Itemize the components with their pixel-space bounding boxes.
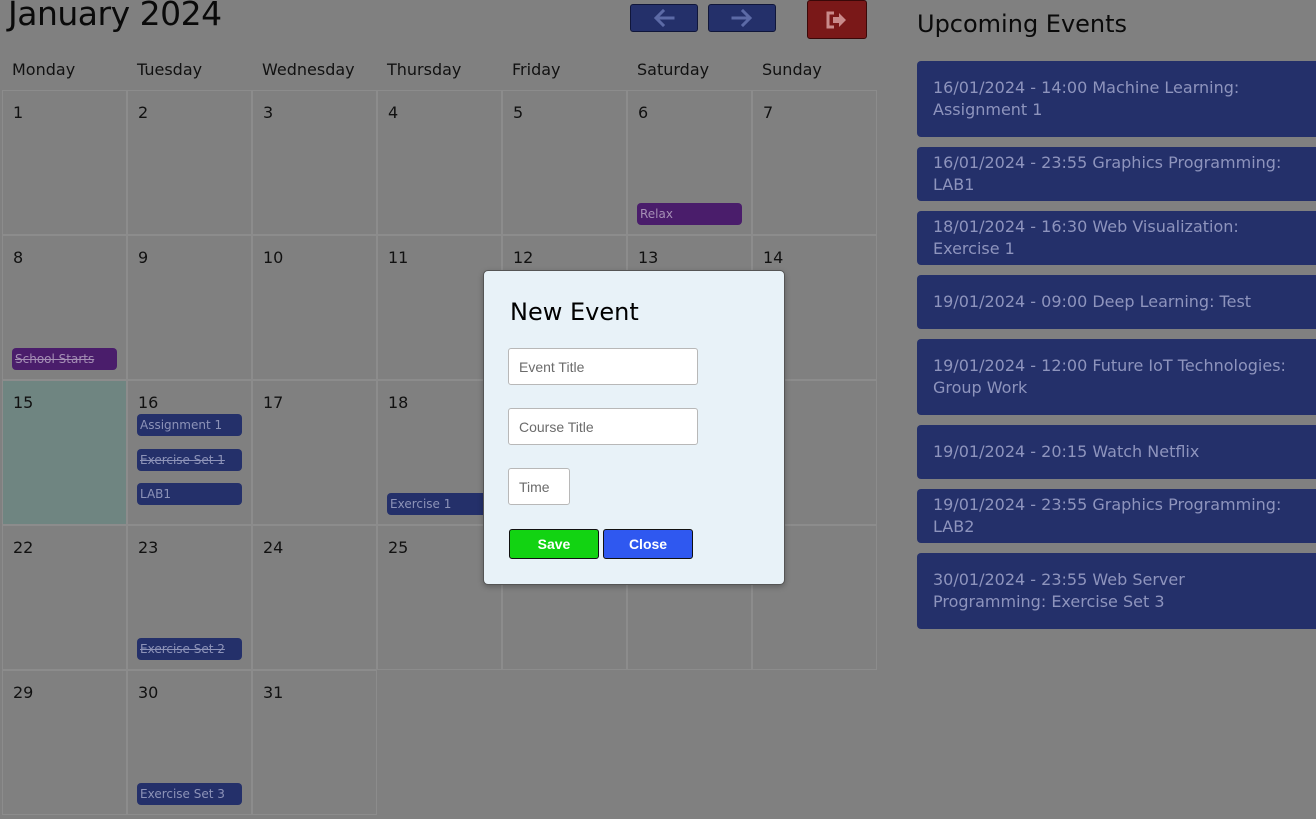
upcoming-event-text: 16/01/2024 - 23:55 Graphics Programming:… <box>933 153 1282 194</box>
event-chip[interactable]: School Starts <box>12 348 117 370</box>
day-number: 30 <box>138 683 159 702</box>
day-number: 23 <box>138 538 159 557</box>
weekday-header: Saturday <box>637 60 710 79</box>
day-number: 14 <box>763 248 784 267</box>
weekday-header: Monday <box>12 60 76 79</box>
calendar-day-cell[interactable]: 15 <box>2 380 127 525</box>
event-chip[interactable]: Exercise Set 1 <box>137 449 242 471</box>
weekday-header: Wednesday <box>262 60 355 79</box>
upcoming-event-card[interactable]: 19/01/2024 - 12:00 Future IoT Technologi… <box>917 339 1316 415</box>
calendar-day-cell[interactable]: 10 <box>252 235 377 380</box>
upcoming-event-card[interactable]: 30/01/2024 - 23:55 Web Server Programmin… <box>917 553 1316 629</box>
upcoming-event-card[interactable]: 19/01/2024 - 20:15 Watch Netflix <box>917 425 1316 479</box>
day-number: 8 <box>13 248 24 267</box>
day-number: 1 <box>13 103 24 122</box>
weekday-header: Friday <box>512 60 561 79</box>
calendar-day-cell[interactable]: 6 Relax <box>627 90 752 235</box>
upcoming-event-text: 19/01/2024 - 12:00 Future IoT Technologi… <box>933 356 1286 397</box>
day-number: 29 <box>13 683 34 702</box>
day-number: 31 <box>263 683 284 702</box>
sign-out-icon <box>826 11 846 28</box>
calendar-day-cell[interactable]: 31 <box>252 670 377 815</box>
upcoming-event-text: 30/01/2024 - 23:55 Web Server Programmin… <box>933 570 1185 611</box>
prev-month-button[interactable] <box>630 4 698 32</box>
day-number: 6 <box>638 103 649 122</box>
calendar-day-cell[interactable]: 9 <box>127 235 252 380</box>
calendar-day-cell[interactable]: 2 <box>127 90 252 235</box>
upcoming-event-card[interactable]: 16/01/2024 - 23:55 Graphics Programming:… <box>917 147 1316 201</box>
weekday-header: Tuesday <box>137 60 203 79</box>
day-number: 9 <box>138 248 149 267</box>
weekday-header: Thursday <box>387 60 462 79</box>
day-number: 7 <box>763 103 774 122</box>
day-number: 11 <box>388 248 409 267</box>
arrow-left-icon <box>653 9 675 27</box>
calendar-day-cell[interactable]: 4 <box>377 90 502 235</box>
upcoming-event-card[interactable]: 19/01/2024 - 23:55 Graphics Programming:… <box>917 489 1316 543</box>
day-number: 10 <box>263 248 284 267</box>
time-input[interactable] <box>508 468 570 505</box>
day-number: 13 <box>638 248 659 267</box>
calendar-day-cell[interactable]: 3 <box>252 90 377 235</box>
day-number: 16 <box>138 393 159 412</box>
event-title-input[interactable] <box>508 348 698 385</box>
day-number: 18 <box>388 393 409 412</box>
day-number: 17 <box>263 393 284 412</box>
course-title-input[interactable] <box>508 408 698 445</box>
day-number: 25 <box>388 538 409 557</box>
upcoming-event-text: 19/01/2024 - 20:15 Watch Netflix <box>933 442 1200 461</box>
day-number: 12 <box>513 248 534 267</box>
calendar-day-cell[interactable]: 8 School Starts <box>2 235 127 380</box>
day-number: 4 <box>388 103 399 122</box>
calendar-day-cell[interactable]: 29 <box>2 670 127 815</box>
day-number: 5 <box>513 103 524 122</box>
day-number: 3 <box>263 103 274 122</box>
day-number: 15 <box>13 393 34 412</box>
upcoming-events-title: Upcoming Events <box>917 10 1128 38</box>
upcoming-event-text: 19/01/2024 - 23:55 Graphics Programming:… <box>933 495 1282 536</box>
day-number: 22 <box>13 538 34 557</box>
event-chip[interactable]: Exercise 1 <box>387 493 497 515</box>
event-chip[interactable]: Relax <box>637 203 742 225</box>
new-event-modal: New Event Save Close <box>483 270 785 585</box>
calendar-day-cell[interactable]: 22 <box>2 525 127 670</box>
calendar-day-cell[interactable]: 30 Exercise Set 3 <box>127 670 252 815</box>
event-chip[interactable]: LAB1 <box>137 483 242 505</box>
calendar-day-cell[interactable]: 1 <box>2 90 127 235</box>
save-button[interactable]: Save <box>509 529 599 559</box>
calendar-day-cell[interactable]: 5 <box>502 90 627 235</box>
arrow-right-icon <box>731 9 753 27</box>
month-title: January 2024 <box>8 0 222 33</box>
calendar-day-cell[interactable]: 24 <box>252 525 377 670</box>
calendar-day-cell[interactable]: 7 <box>752 90 877 235</box>
event-chip[interactable]: Exercise Set 2 <box>137 638 242 660</box>
event-chip[interactable]: Exercise Set 3 <box>137 783 242 805</box>
upcoming-event-card[interactable]: 18/01/2024 - 16:30 Web Visualization: Ex… <box>917 211 1316 265</box>
upcoming-event-text: 19/01/2024 - 09:00 Deep Learning: Test <box>933 292 1252 311</box>
close-button[interactable]: Close <box>603 529 693 559</box>
calendar-day-cell[interactable]: 23 Exercise Set 2 <box>127 525 252 670</box>
calendar-day-cell[interactable]: 17 <box>252 380 377 525</box>
day-number: 24 <box>263 538 284 557</box>
upcoming-event-card[interactable]: 19/01/2024 - 09:00 Deep Learning: Test <box>917 275 1316 329</box>
event-chip[interactable]: Assignment 1 <box>137 414 242 436</box>
modal-title: New Event <box>510 298 639 326</box>
calendar-day-cell[interactable]: 16 Assignment 1 Exercise Set 1 LAB1 <box>127 380 252 525</box>
upcoming-event-card[interactable]: 16/01/2024 - 14:00 Machine Learning: Ass… <box>917 61 1316 137</box>
day-number: 2 <box>138 103 149 122</box>
upcoming-event-text: 18/01/2024 - 16:30 Web Visualization: Ex… <box>933 217 1239 258</box>
next-month-button[interactable] <box>708 4 776 32</box>
logout-button[interactable] <box>807 0 867 39</box>
weekday-header: Sunday <box>762 60 822 79</box>
upcoming-event-text: 16/01/2024 - 14:00 Machine Learning: Ass… <box>933 78 1240 119</box>
